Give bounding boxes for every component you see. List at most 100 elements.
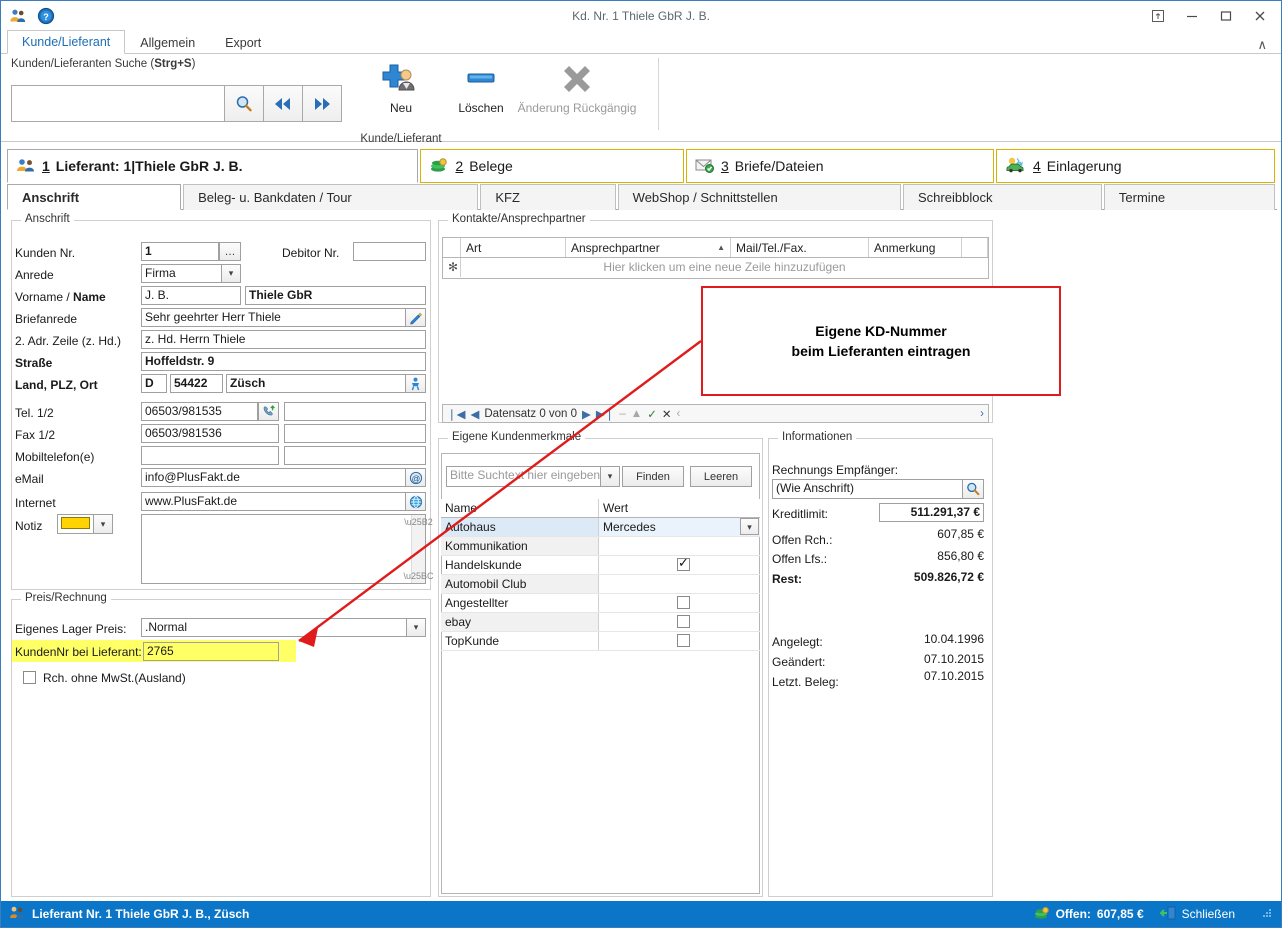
merkmale-clear-button[interactable]: Leeren (690, 466, 752, 487)
kontakte-grid[interactable]: Art Ansprechpartner ▲ Mail/Tel./Fax. Anm… (442, 237, 989, 279)
kontakte-col-mail-tel-fax[interactable]: Mail/Tel./Fax. (731, 238, 869, 257)
notiz-color-field[interactable] (57, 514, 94, 534)
nav-delete-button[interactable]: – (619, 408, 625, 420)
briefanrede-field[interactable]: Sehr geehrter Herr Thiele (141, 308, 426, 327)
prev-record-button[interactable] (264, 85, 303, 122)
map-person-icon[interactable] (405, 374, 426, 393)
kunden-nr-field[interactable]: 1 (141, 242, 219, 261)
sub-tab-anschrift[interactable]: Anschrift (7, 184, 182, 210)
land-field[interactable]: D (141, 374, 167, 393)
search-button[interactable] (225, 85, 264, 122)
edit-pencil-icon[interactable] (405, 308, 426, 327)
nav-up-button[interactable]: ▲ (631, 408, 642, 420)
search-input[interactable] (11, 85, 225, 122)
merkmale-row-automobil-club-value[interactable] (599, 575, 760, 593)
merkmale-row-kommunikation[interactable]: Kommunikation (441, 537, 760, 556)
status-offen-item[interactable]: Offen: 607,85 € (1034, 906, 1144, 923)
merkmale-row-ebay-checkbox[interactable] (677, 615, 690, 628)
kunden-nr-browse-button[interactable]: … (219, 242, 241, 261)
merkmale-row-automobil-club[interactable]: Automobil Club (441, 575, 760, 594)
customers-icon[interactable] (9, 7, 27, 25)
ribbon-tab-export[interactable]: Export (210, 31, 276, 54)
anrede-chevron-down-icon[interactable]: ▾ (222, 264, 241, 283)
kontakte-col-art[interactable]: Art (461, 238, 566, 257)
close-button[interactable] (1243, 2, 1277, 30)
maximize-button[interactable] (1209, 2, 1243, 30)
kontakte-new-row[interactable]: ✻ Hier klicken um eine neue Zeile hinzuz… (443, 258, 988, 277)
sub-tab-schreibblock[interactable]: Schreibblock (903, 184, 1102, 210)
merkmale-row-autohaus-chevron-down-icon[interactable]: ▾ (740, 518, 759, 535)
at-mail-icon[interactable]: @ (405, 468, 426, 487)
nav-first-button[interactable]: ❘◀ (447, 407, 465, 421)
debitor-nr-field[interactable] (353, 242, 426, 261)
doc-tab-belege[interactable]: 2 Belege (420, 149, 684, 183)
lager-preis-chevron-down-icon[interactable]: ▾ (407, 618, 426, 637)
status-close-item[interactable]: Schließen (1159, 906, 1235, 923)
merkmale-row-ebay-value[interactable] (599, 613, 760, 631)
dial-phone-icon[interactable] (258, 402, 279, 421)
notiz-chevron-down-icon[interactable]: ▾ (94, 514, 113, 534)
ribbon-tab-allgemein[interactable]: Allgemein (125, 31, 210, 54)
globe-icon[interactable] (405, 492, 426, 511)
lager-preis-combo[interactable]: .Normal (141, 618, 407, 637)
vorname-field[interactable]: J. B. (141, 286, 241, 305)
ort-field[interactable]: Züsch (226, 374, 426, 393)
kontakte-record-navigator[interactable]: ❘◀ ◀ Datensatz 0 von 0 ▶ ▶❘ – ▲ ✓ ✕ ‹ › (442, 404, 989, 423)
doc-tab-briefe-dateien[interactable]: 3 Briefe/Dateien (685, 149, 994, 183)
name-field[interactable]: Thiele GbR (245, 286, 426, 305)
new-button[interactable]: Neu (358, 54, 444, 132)
fax1-field[interactable]: 06503/981536 (141, 424, 279, 443)
merkmale-row-handelskunde[interactable]: Handelskunde (441, 555, 760, 575)
nav-cancel-button[interactable]: ✕ (662, 407, 672, 421)
nav-last-button[interactable]: ▶❘ (596, 407, 614, 421)
nav-expand-button[interactable]: › (980, 408, 984, 420)
kontakte-col-anmerkung[interactable]: Anmerkung (869, 238, 962, 257)
nav-accept-button[interactable]: ✓ (647, 407, 657, 421)
mobil1-field[interactable] (141, 446, 279, 465)
notiz-memo[interactable]: \u25B2 \u25BC (141, 514, 434, 584)
merkmale-row-topkunde-checkbox[interactable] (677, 634, 690, 647)
merkmale-row-angestellter[interactable]: Angestellter (441, 594, 760, 613)
nav-prev-button[interactable]: ◀ (470, 407, 479, 421)
merkmale-row-ebay[interactable]: ebay (441, 613, 760, 632)
merkmale-row-autohaus-value[interactable]: Mercedes ▾ (599, 518, 760, 536)
merkmale-row-kommunikation-value[interactable] (599, 537, 760, 555)
mwst-ausland-checkbox[interactable] (23, 671, 36, 684)
sub-tab-beleg-bankdaten[interactable]: Beleg- u. Bankdaten / Tour (183, 184, 479, 210)
merkmale-row-topkunde[interactable]: TopKunde (441, 632, 760, 651)
doc-tab-lieferant[interactable]: 1 Lieferant: 1|Thiele GbR J. B. (7, 149, 419, 183)
merkmale-row-autohaus[interactable]: Autohaus Mercedes ▾ (441, 518, 760, 537)
nav-collapse-button[interactable]: ‹ (676, 408, 680, 420)
ribbon-tab-kunde-lieferant[interactable]: Kunde/Lieferant (7, 30, 126, 54)
help-icon[interactable]: ? (37, 7, 55, 25)
plz-field[interactable]: 54422 (170, 374, 223, 393)
merkmale-find-button[interactable]: Finden (622, 466, 684, 487)
merkmale-search-chevron-down-icon[interactable]: ▾ (601, 466, 620, 487)
email-field[interactable]: info@PlusFakt.de (141, 468, 426, 487)
kundennr-bei-lieferant-field[interactable]: 2765 (143, 642, 279, 661)
adr2-field[interactable]: z. Hd. Herrn Thiele (141, 330, 426, 349)
sub-tab-termine[interactable]: Termine (1103, 184, 1275, 210)
fax2-field[interactable] (284, 424, 426, 443)
merkmale-row-topkunde-value[interactable] (599, 632, 760, 650)
kontakte-col-ansprechpartner[interactable]: Ansprechpartner ▲ (566, 238, 731, 257)
resize-grip-icon[interactable] (1261, 907, 1273, 922)
sub-tab-webshop[interactable]: WebShop / Schnittstellen (617, 184, 902, 210)
tel2-field[interactable] (284, 402, 426, 421)
strasse-field[interactable]: Hoffeldstr. 9 (141, 352, 426, 371)
internet-field[interactable]: www.PlusFakt.de (141, 492, 426, 511)
merkmale-row-handelskunde-value[interactable] (599, 555, 760, 574)
next-record-button[interactable] (303, 85, 342, 122)
nav-next-button[interactable]: ▶ (582, 407, 591, 421)
pin-window-button[interactable] (1141, 2, 1175, 30)
merkmale-row-angestellter-value[interactable] (599, 594, 760, 612)
collapse-ribbon-icon[interactable]: ∧ (1257, 37, 1267, 53)
tel1-field[interactable]: 06503/981535 (141, 402, 258, 421)
anrede-combo[interactable]: Firma (141, 264, 222, 283)
notiz-scrollbar[interactable]: \u25B2 \u25BC (403, 515, 434, 583)
undo-change-button[interactable]: Änderung Rückgängig (509, 54, 645, 132)
doc-tab-einlagerung[interactable]: 4 Einlagerung (995, 149, 1275, 183)
merkmale-row-handelskunde-checkbox[interactable] (677, 555, 690, 571)
merkmale-row-angestellter-checkbox[interactable] (677, 596, 690, 609)
mobil2-field[interactable] (284, 446, 426, 465)
